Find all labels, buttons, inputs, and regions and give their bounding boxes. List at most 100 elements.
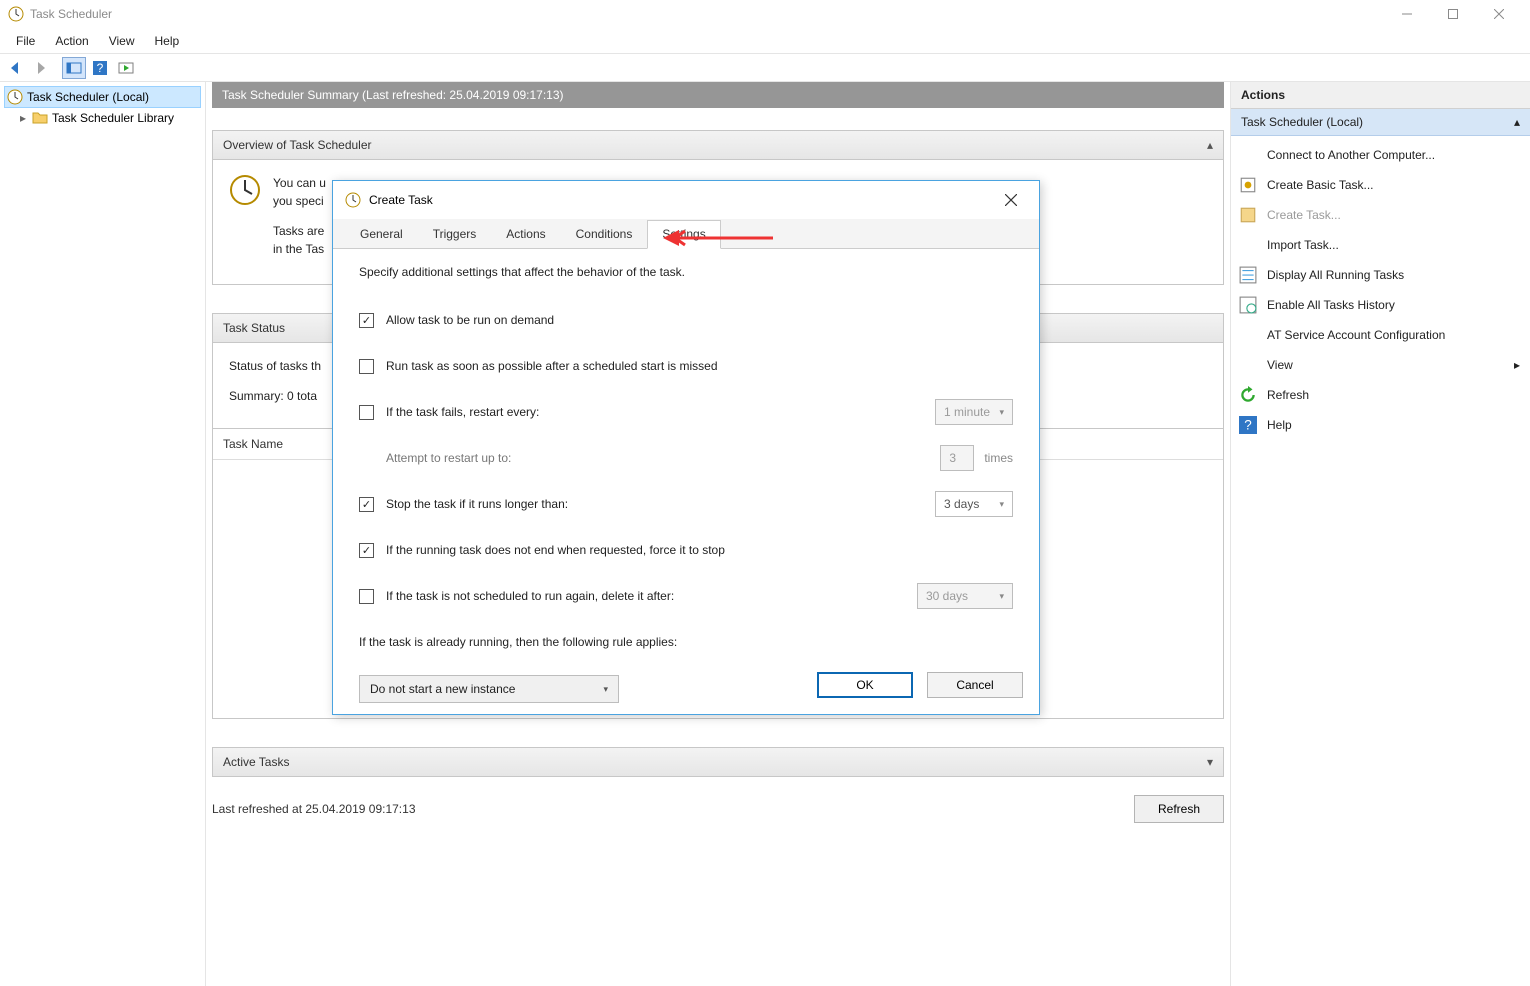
action-label: Create Task... — [1267, 208, 1341, 222]
checkbox-restart[interactable] — [359, 405, 374, 420]
chevron-down-icon: ▾ — [1207, 755, 1213, 769]
action-label: Display All Running Tasks — [1267, 268, 1404, 282]
last-refresh-text: Last refreshed at 25.04.2019 09:17:13 — [212, 802, 1134, 816]
tree-library[interactable]: ▸ Task Scheduler Library — [18, 108, 201, 128]
dialog-tabs: General Triggers Actions Conditions Sett… — [333, 219, 1039, 249]
actions-group[interactable]: Task Scheduler (Local) ▴ — [1231, 109, 1530, 136]
action-label: Refresh — [1267, 388, 1309, 402]
ok-button[interactable]: OK — [817, 672, 913, 698]
actions-pane: Actions Task Scheduler (Local) ▴ Connect… — [1230, 82, 1530, 986]
combo-value: 30 days — [926, 589, 968, 603]
checkbox-delete-after[interactable] — [359, 589, 374, 604]
menu-view[interactable]: View — [99, 30, 145, 52]
action-help[interactable]: ? Help — [1231, 410, 1530, 440]
input-attempt-count[interactable]: 3 — [940, 445, 974, 471]
blank-icon — [1239, 356, 1257, 374]
app-title: Task Scheduler — [30, 7, 112, 21]
active-title: Active Tasks — [223, 755, 289, 769]
action-refresh[interactable]: Refresh — [1231, 380, 1530, 410]
tree-library-label: Task Scheduler Library — [52, 111, 174, 125]
help-icon: ? — [1239, 416, 1257, 434]
forward-button[interactable] — [30, 57, 54, 79]
toolbar-help-button[interactable]: ? — [88, 57, 112, 79]
tab-conditions[interactable]: Conditions — [561, 220, 648, 249]
clock-icon — [7, 89, 23, 105]
action-label: Connect to Another Computer... — [1267, 148, 1435, 162]
clock-icon — [229, 174, 261, 206]
tab-settings[interactable]: Settings — [647, 220, 720, 249]
toolbar-run-button[interactable] — [114, 57, 138, 79]
action-label: Enable All Tasks History — [1267, 298, 1395, 312]
chevron-down-icon: ▾ — [999, 499, 1004, 510]
overview-title: Overview of Task Scheduler — [223, 138, 372, 152]
refresh-button[interactable]: Refresh — [1134, 795, 1224, 823]
summary-header: Task Scheduler Summary (Last refreshed: … — [212, 82, 1224, 108]
dialog-close-button[interactable] — [995, 186, 1027, 214]
label-rule: If the task is already running, then the… — [359, 635, 1013, 649]
titlebar: Task Scheduler — [0, 0, 1530, 28]
tab-triggers[interactable]: Triggers — [418, 220, 492, 249]
chevron-right-icon: ▸ — [20, 111, 30, 125]
action-create-task[interactable]: Create Task... — [1231, 200, 1530, 230]
action-view[interactable]: View▸ — [1231, 350, 1530, 380]
tab-general[interactable]: General — [345, 220, 418, 249]
chevron-down-icon: ▾ — [999, 591, 1004, 602]
tree-root[interactable]: Task Scheduler (Local) — [4, 86, 201, 108]
cancel-button[interactable]: Cancel — [927, 672, 1023, 698]
label-stop-long: Stop the task if it runs longer than: — [386, 497, 935, 511]
action-at-config[interactable]: AT Service Account Configuration — [1231, 320, 1530, 350]
checkbox-stop-long[interactable] — [359, 497, 374, 512]
menu-action[interactable]: Action — [45, 30, 98, 52]
action-import[interactable]: Import Task... — [1231, 230, 1530, 260]
tree-pane: Task Scheduler (Local) ▸ Task Scheduler … — [0, 82, 206, 986]
combo-stop-duration[interactable]: 3 days ▾ — [935, 491, 1013, 517]
combo-rule[interactable]: Do not start a new instance▾ — [359, 675, 619, 703]
label-run-asap: Run task as soon as possible after a sch… — [386, 359, 1013, 373]
toolbar: ? — [0, 54, 1530, 82]
combo-value: Do not start a new instance — [370, 682, 515, 696]
active-header[interactable]: Active Tasks ▾ — [212, 747, 1224, 777]
tab-actions[interactable]: Actions — [491, 220, 560, 249]
folder-icon — [32, 110, 48, 126]
overview-header[interactable]: Overview of Task Scheduler ▴ — [212, 130, 1224, 160]
blank-icon — [1239, 146, 1257, 164]
blank-icon — [1239, 326, 1257, 344]
dialog-body: Specify additional settings that affect … — [333, 249, 1039, 733]
combo-value: 1 minute — [944, 405, 990, 419]
dialog-title: Create Task — [369, 193, 433, 207]
checkbox-force-stop[interactable] — [359, 543, 374, 558]
chevron-up-icon: ▴ — [1514, 115, 1520, 129]
chevron-up-icon: ▴ — [1207, 138, 1213, 152]
actions-group-label: Task Scheduler (Local) — [1241, 115, 1363, 129]
combo-value: 3 days — [944, 497, 979, 511]
clock-icon — [345, 192, 361, 208]
toolbar-scope-button[interactable] — [62, 57, 86, 79]
checkbox-run-asap[interactable] — [359, 359, 374, 374]
action-display-running[interactable]: Display All Running Tasks — [1231, 260, 1530, 290]
label-force-stop: If the running task does not end when re… — [386, 543, 1013, 557]
action-label: Help — [1267, 418, 1292, 432]
svg-text:?: ? — [1244, 418, 1252, 433]
action-create-basic[interactable]: Create Basic Task... — [1231, 170, 1530, 200]
wizard-icon — [1239, 176, 1257, 194]
action-enable-history[interactable]: Enable All Tasks History — [1231, 290, 1530, 320]
combo-restart-interval[interactable]: 1 minute ▾ — [935, 399, 1013, 425]
close-button[interactable] — [1476, 0, 1522, 28]
action-connect[interactable]: Connect to Another Computer... — [1231, 140, 1530, 170]
menu-help[interactable]: Help — [145, 30, 190, 52]
refresh-icon — [1239, 386, 1257, 404]
maximize-button[interactable] — [1430, 0, 1476, 28]
checkbox-allow-on-demand[interactable] — [359, 313, 374, 328]
chevron-down-icon: ▾ — [999, 407, 1004, 418]
combo-delete-duration[interactable]: 30 days ▾ — [917, 583, 1013, 609]
menu-file[interactable]: File — [6, 30, 45, 52]
create-task-dialog: Create Task General Triggers Actions Con… — [332, 180, 1040, 715]
menubar: File Action View Help — [0, 28, 1530, 54]
minimize-button[interactable] — [1384, 0, 1430, 28]
overview-text-3: Tasks are — [273, 224, 324, 238]
back-button[interactable] — [4, 57, 28, 79]
overview-text-2: you speci — [273, 194, 324, 208]
dialog-titlebar: Create Task — [333, 181, 1039, 219]
action-label: Create Basic Task... — [1267, 178, 1374, 192]
input-value: 3 — [949, 451, 956, 465]
